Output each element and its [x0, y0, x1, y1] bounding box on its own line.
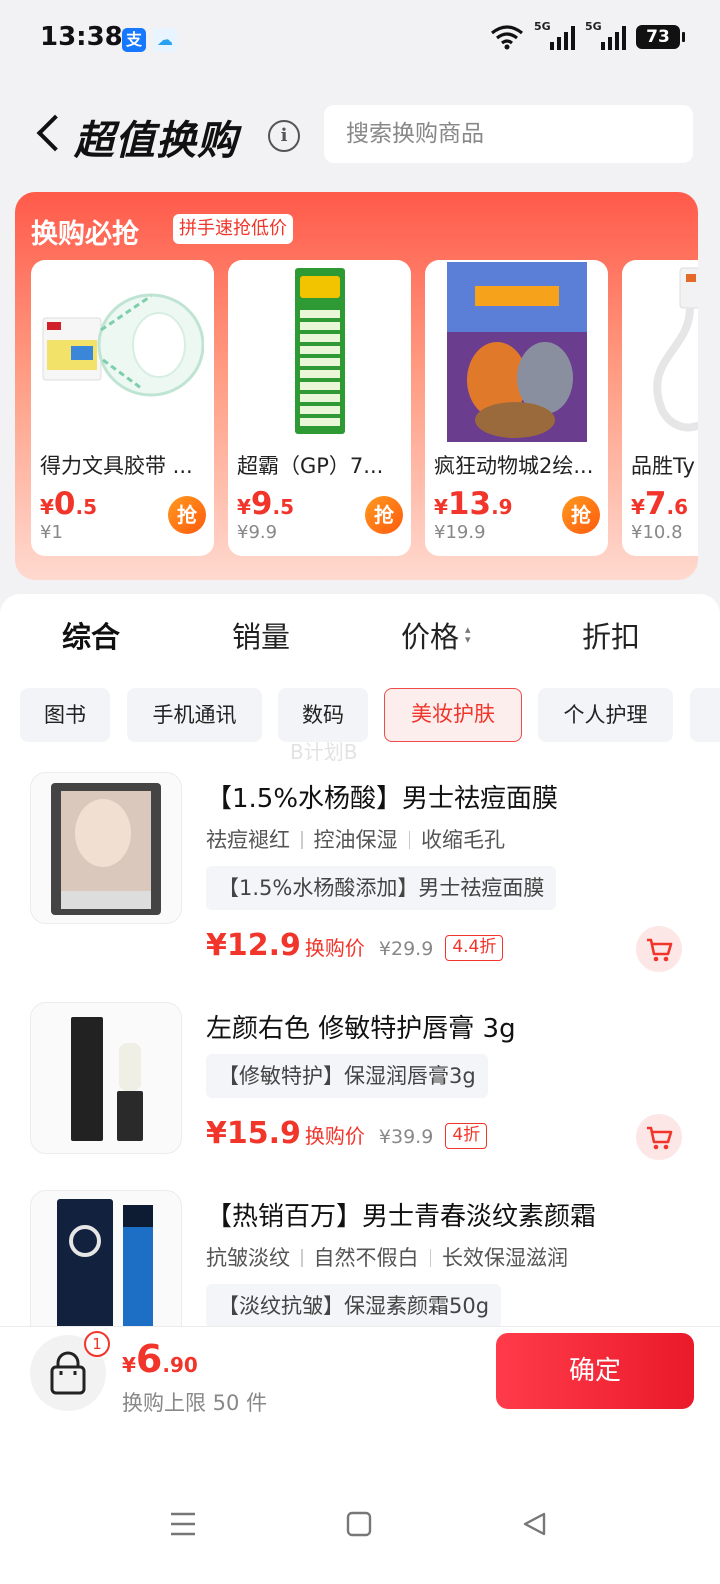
product-features: 祛痘褪红 控油保湿 收缩毛孔: [206, 828, 505, 852]
signal-icon-sim1: 5G: [534, 20, 575, 50]
add-to-cart-button[interactable]: [636, 926, 682, 972]
category-chip-beauty[interactable]: 美妆护肤: [384, 688, 522, 742]
promo-card[interactable]: 疯狂动物城2绘... ¥13.9 ¥19.9 抢: [425, 260, 608, 556]
battery-icon: 73: [636, 25, 685, 49]
grab-button[interactable]: 抢: [562, 496, 600, 534]
product-list-panel: 综合 销量 价格 ▴ ▾ 折扣 图书 手机通讯 数码 美妆护肤 个人护理 B计划B …: [0, 594, 720, 1342]
search-input[interactable]: 搜索换购商品: [324, 105, 693, 163]
promo-card-orig-price: ¥10.8: [631, 522, 683, 543]
promo-card[interactable]: 品胜Ty ¥7.6 ¥10.8: [622, 260, 698, 556]
category-chip-books[interactable]: 图书: [20, 688, 110, 742]
swap-limit: 换购上限 50 件: [122, 1391, 268, 1415]
sort-tab-comprehensive[interactable]: 综合: [62, 614, 120, 656]
cart-count-badge: 1: [84, 1331, 110, 1357]
promo-card[interactable]: 得力文具胶带 ... ¥0.5 ¥1 抢: [31, 260, 214, 556]
category-chip-personal-care[interactable]: 个人护理: [538, 688, 673, 742]
signal-icon-sim2: 5G: [585, 20, 626, 50]
mask-product-image: [51, 783, 161, 915]
product-thumbnail: [30, 772, 182, 924]
original-price: ¥29.9: [378, 938, 434, 960]
watermark: B计划B: [290, 740, 358, 764]
back-arrow-icon[interactable]: [32, 114, 66, 154]
back-triangle-icon[interactable]: [520, 1510, 548, 1538]
promo-card-name: 疯狂动物城2绘...: [434, 454, 594, 478]
discount-badge: 4折: [445, 1123, 488, 1149]
page-header: 超值换购 i 搜索换购商品: [0, 100, 720, 170]
promo-card-price: ¥0.5: [40, 486, 98, 522]
checkout-bar: 1 ¥6.90 换购上限 50 件 确定: [0, 1326, 720, 1436]
home-icon[interactable]: [345, 1510, 373, 1538]
promo-card-price: ¥7.6: [631, 486, 689, 522]
system-nav-bar: [0, 1436, 720, 1584]
grab-button[interactable]: 抢: [365, 496, 403, 534]
clock: 13:38: [40, 22, 123, 52]
product-name: 左颜右色 修敏特护唇膏 3g: [206, 1014, 516, 1044]
product-desc: 【1.5%水杨酸添加】男士祛痘面膜: [206, 866, 557, 910]
product-desc: 【淡纹抗皱】保湿素颜霜50g: [206, 1284, 502, 1328]
add-to-cart-button[interactable]: [636, 1114, 682, 1160]
alipay-icon: 支: [122, 28, 146, 52]
sort-tab-sales[interactable]: 销量: [232, 614, 290, 656]
category-chips: 图书 手机通讯 数码 美妆护肤 个人护理: [0, 688, 720, 742]
promo-card-name: 品胜Ty: [631, 454, 695, 478]
category-chip-more[interactable]: [690, 688, 720, 742]
promo-card-orig-price: ¥19.9: [434, 522, 486, 543]
product-desc: 【修敏特护】保湿润唇膏3g: [206, 1054, 488, 1098]
promo-title: 换购必抢: [31, 219, 139, 250]
confirm-button[interactable]: 确定: [496, 1333, 694, 1409]
promo-card-name: 超霸（GP）7...: [237, 454, 384, 478]
promo-panel: 换购必抢 拼手速抢低价 得力文具胶带 ... ¥0.5 ¥1 抢 超霸（GP）7…: [15, 192, 698, 580]
swap-price: ¥12.9: [206, 928, 301, 963]
promo-card-orig-price: ¥1: [40, 522, 63, 543]
tape-product-image: [42, 293, 204, 397]
category-chip-digital[interactable]: 数码: [278, 688, 368, 742]
category-chip-phones[interactable]: 手机通讯: [127, 688, 262, 742]
wifi-icon: [491, 25, 523, 50]
cloud-app-icon: ☁: [153, 28, 177, 52]
page-title: 超值换购: [74, 118, 238, 164]
promo-card-name: 得力文具胶带 ...: [40, 454, 193, 478]
promo-card-price: ¥13.9: [434, 486, 513, 522]
sort-tabs: 综合 销量 价格 ▴ ▾ 折扣: [0, 614, 720, 664]
promo-tag: 拼手速抢低价: [173, 214, 293, 244]
status-bar: 13:38 支 ☁ 5G 5G 73: [0, 0, 720, 80]
cable-product-image: [653, 267, 698, 432]
product-thumbnail: [30, 1002, 182, 1154]
lip-balm-product-image: [71, 1017, 143, 1141]
swap-price: ¥15.9: [206, 1116, 301, 1151]
sort-tab-discount[interactable]: 折扣: [582, 614, 640, 656]
face-cream-product-image: [57, 1199, 153, 1339]
menu-icon[interactable]: [168, 1510, 198, 1538]
book-product-image: [447, 262, 587, 442]
cart-icon: [647, 1126, 673, 1150]
product-name: 【1.5%水杨酸】男士祛痘面膜: [206, 784, 559, 814]
product-name: 【热销百万】男士青春淡纹素颜霜: [206, 1202, 597, 1232]
price-row: ¥12.9 换购价 ¥29.9 4.4折: [206, 928, 504, 968]
cart-icon: [647, 938, 673, 962]
product-thumbnail: [30, 1190, 182, 1342]
sort-arrows-icon: ▴ ▾: [465, 623, 471, 646]
grab-button[interactable]: 抢: [168, 496, 206, 534]
product-features: 抗皱淡纹 自然不假白 长效保湿滋润: [206, 1246, 568, 1270]
battery-product-image: [295, 268, 345, 434]
info-icon[interactable]: i: [268, 120, 300, 152]
promo-card-orig-price: ¥9.9: [237, 522, 278, 543]
price-row: ¥15.9 换购价 ¥39.9 4折: [206, 1116, 488, 1156]
discount-badge: 4.4折: [445, 935, 504, 961]
promo-card[interactable]: 超霸（GP）7... ¥9.5 ¥9.9 抢: [228, 260, 411, 556]
sort-tab-price[interactable]: 价格 ▴ ▾: [401, 614, 477, 656]
total-price: ¥6.90: [122, 1337, 198, 1381]
original-price: ¥39.9: [378, 1126, 434, 1148]
promo-card-price: ¥9.5: [237, 486, 295, 522]
